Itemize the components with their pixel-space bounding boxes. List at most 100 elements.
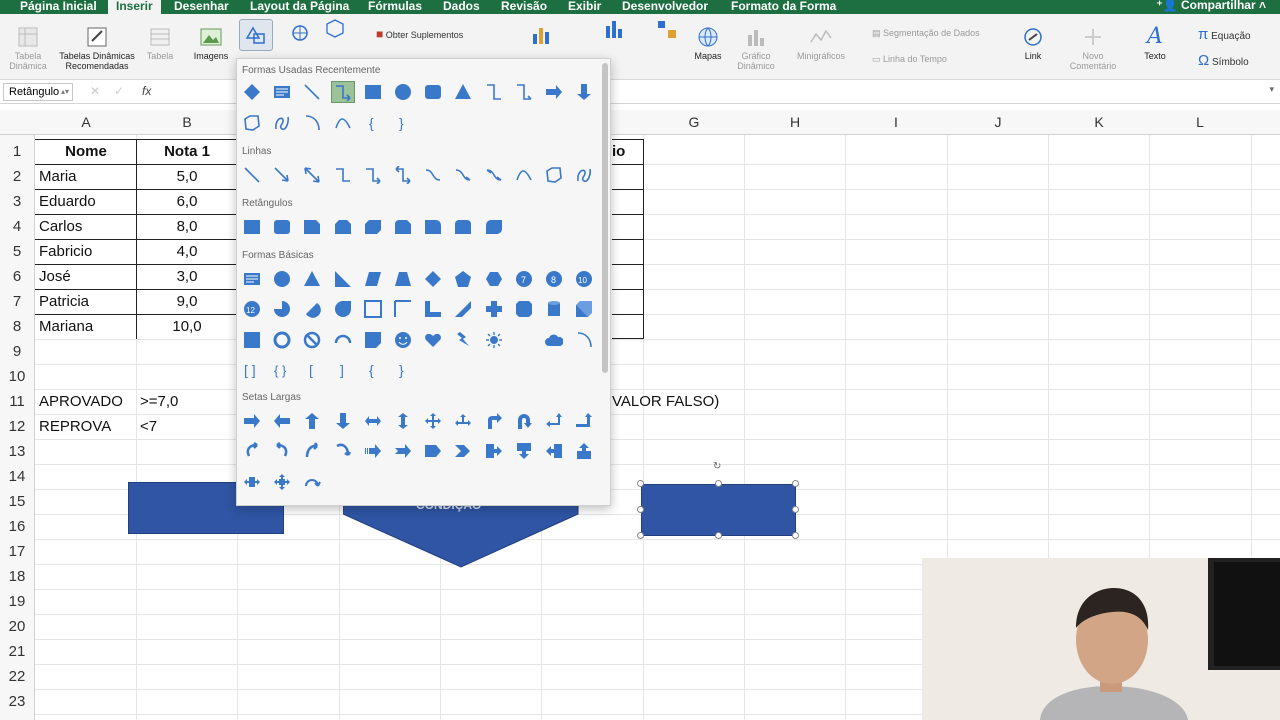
oval-icon[interactable] (270, 268, 294, 290)
row-header-3[interactable]: 3 (0, 193, 34, 210)
teardrop-icon[interactable] (331, 298, 355, 320)
row-header-7[interactable]: 7 (0, 293, 34, 310)
curve-icon[interactable] (512, 164, 536, 186)
texto-button[interactable]: A Texto (1138, 26, 1172, 62)
column-header-k[interactable]: K (1049, 110, 1149, 135)
pie-icon[interactable] (270, 298, 294, 320)
row-header-16[interactable]: 16 (0, 518, 34, 535)
rounded-rect-icon[interactable] (270, 216, 294, 238)
row-header-22[interactable]: 22 (0, 668, 34, 685)
sun-icon[interactable] (482, 329, 506, 351)
cancel-icon[interactable]: ✕ (90, 84, 100, 98)
chart-types-group[interactable] (590, 18, 640, 43)
cell-nome[interactable]: Fabricio (39, 243, 92, 260)
u-turn-arrow-icon[interactable] (512, 410, 536, 432)
expand-formula-bar-icon[interactable]: ▾ (1269, 84, 1274, 95)
minigraficos-button[interactable]: Minigráficos (790, 26, 852, 61)
cell-nota[interactable]: 5,0 (137, 168, 237, 185)
right-arrow-icon[interactable] (542, 81, 566, 103)
column-header-h[interactable]: H (745, 110, 845, 135)
curved-arrow-icon[interactable] (451, 164, 475, 186)
curved-double-arrow-icon[interactable] (482, 164, 506, 186)
folded-corner-icon[interactable] (361, 329, 385, 351)
resize-handle[interactable] (715, 532, 722, 539)
text-box-icon[interactable] (270, 81, 294, 103)
right-bracket-icon[interactable]: ] (331, 359, 355, 381)
text-box-icon[interactable] (240, 268, 264, 290)
elbow-double-arrow-icon[interactable] (391, 164, 415, 186)
simbolo-button[interactable]: Ω Símbolo (1198, 52, 1249, 69)
segmentacao-button[interactable]: ▤ Segmentação de Dados (872, 28, 980, 39)
bevel-icon[interactable] (240, 329, 264, 351)
novo-comentario-button[interactable]: Novo Comentário (1064, 26, 1122, 71)
rounded-rectangle-icon[interactable] (421, 81, 445, 103)
up-arrow-icon[interactable] (300, 410, 324, 432)
hierarchy-chart-button[interactable] (652, 18, 682, 43)
donut-icon[interactable] (270, 329, 294, 351)
oval-icon[interactable] (391, 81, 415, 103)
row-header-8[interactable]: 8 (0, 318, 34, 335)
curved-connector-icon[interactable] (421, 164, 445, 186)
row-header-14[interactable]: 14 (0, 468, 34, 485)
row-header-5[interactable]: 5 (0, 243, 34, 260)
row-header-18[interactable]: 18 (0, 568, 34, 585)
line-icon[interactable] (300, 81, 324, 103)
plaque-icon[interactable] (512, 298, 536, 320)
bent-up-arrow-icon[interactable] (572, 410, 596, 432)
row-header-23[interactable]: 23 (0, 693, 34, 710)
scribble-icon[interactable] (572, 164, 596, 186)
l-shape-icon[interactable] (421, 298, 445, 320)
cell-nome[interactable]: Mariana (39, 318, 93, 335)
rotate-handle-icon[interactable]: ↻ (713, 461, 721, 472)
cell-reprova-label[interactable]: REPROVA (39, 418, 111, 435)
tab-desenvolvedor[interactable]: Desenvolvedor (622, 0, 708, 14)
resize-handle[interactable] (637, 480, 644, 487)
left-up-arrow-icon[interactable] (542, 410, 566, 432)
circular-arrow-icon[interactable] (300, 471, 324, 493)
gallery-scrollbar[interactable] (602, 63, 608, 373)
resize-handle[interactable] (792, 506, 799, 513)
row-header-6[interactable]: 6 (0, 268, 34, 285)
arc-icon[interactable] (572, 329, 596, 351)
cell-nota[interactable]: 3,0 (137, 268, 237, 285)
round-same-side-icon[interactable] (451, 216, 475, 238)
fx-button[interactable]: fx (142, 84, 151, 98)
left-right-callout-icon[interactable] (240, 471, 264, 493)
row-header-2[interactable]: 2 (0, 168, 34, 185)
cell-nome[interactable]: Carlos (39, 218, 82, 235)
quad-arrow-icon[interactable] (421, 410, 445, 432)
collapse-ribbon-icon[interactable]: ˄ (1259, 0, 1266, 12)
resize-handle[interactable] (637, 532, 644, 539)
elbow-connector-icon[interactable] (482, 81, 506, 103)
pentagon-arrow-icon[interactable] (421, 440, 445, 462)
up-arrow-callout-icon[interactable] (572, 440, 596, 462)
column-header-l[interactable]: L (1150, 110, 1250, 135)
right-triangle-icon[interactable] (331, 268, 355, 290)
chord-icon[interactable] (300, 298, 324, 320)
dodecagon-12-icon[interactable]: 12 (240, 298, 264, 320)
equacao-button[interactable]: π Equação (1198, 26, 1251, 43)
tab-inserir[interactable]: Inserir (108, 0, 161, 14)
freeform-icon[interactable] (240, 112, 264, 134)
diamond-icon[interactable] (421, 268, 445, 290)
row-header-11[interactable]: 11 (0, 393, 34, 410)
row-header-9[interactable]: 9 (0, 343, 34, 360)
up-down-arrow-icon[interactable] (391, 410, 415, 432)
snip-round-icon[interactable] (391, 216, 415, 238)
elbow-icon[interactable] (331, 164, 355, 186)
block-arc-icon[interactable] (331, 329, 355, 351)
column-header-g[interactable]: G (644, 110, 744, 135)
curved-left-icon[interactable] (270, 440, 294, 462)
can-icon[interactable] (542, 298, 566, 320)
enter-check-icon[interactable]: ✓ (114, 84, 124, 98)
lightning-icon[interactable] (451, 329, 475, 351)
tab-desenhar[interactable]: Desenhar (174, 0, 229, 14)
resize-handle[interactable] (637, 506, 644, 513)
link-button[interactable]: Link (1016, 26, 1050, 61)
right-brace-icon[interactable]: } (391, 359, 415, 381)
elbow-arrow-connector-icon[interactable] (512, 81, 536, 103)
tab-pagina-inicial[interactable]: Página Inicial (20, 0, 97, 14)
cross-icon[interactable] (482, 298, 506, 320)
cell-nome[interactable]: Maria (39, 168, 77, 185)
heart-icon[interactable] (421, 329, 445, 351)
